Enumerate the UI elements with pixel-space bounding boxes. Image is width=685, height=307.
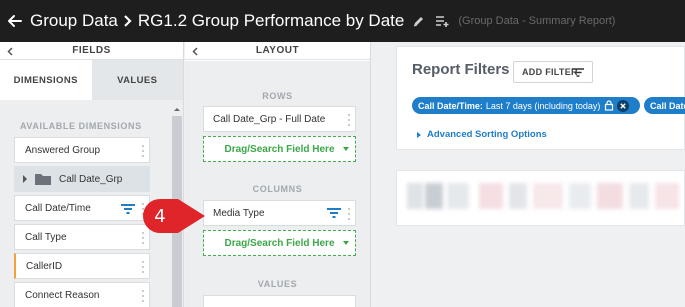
blurred-cell <box>447 183 469 209</box>
scroll-up-icon[interactable] <box>171 104 183 114</box>
fields-panel-header: FIELDS <box>0 42 183 60</box>
tab-dimensions[interactable]: DIMENSIONS <box>0 60 92 100</box>
columns-drop-zone[interactable]: Drag/Search Field Here <box>203 230 356 256</box>
filter-icon[interactable] <box>327 208 341 218</box>
available-dimensions-title: AVAILABLE DIMENSIONS <box>20 121 142 131</box>
drag-handle-icon[interactable] <box>141 289 145 303</box>
field-item-call-date-time[interactable]: Call Date/Time <box>14 195 150 221</box>
chevron-right-icon <box>123 14 133 28</box>
folder-icon <box>35 174 51 185</box>
add-filter-button[interactable]: ADD FILTER <box>513 61 593 83</box>
back-arrow-icon[interactable] <box>0 0 30 42</box>
report-filters-title: Report Filters <box>412 61 510 78</box>
blurred-cell <box>533 183 563 209</box>
layout-body: ROWS Call Date_Grp - Full Date Drag/Sear… <box>185 61 370 307</box>
filter-chip-field: Call Date <box>650 100 685 111</box>
app-header: Group Data RG1.2 Group Performance by Da… <box>0 0 685 42</box>
collapse-left-icon[interactable] <box>189 44 201 58</box>
values-section-title: VALUES <box>257 279 298 289</box>
callout-number: 4 <box>154 205 166 227</box>
drag-handle-icon[interactable] <box>347 207 351 221</box>
field-item-connect-reason[interactable]: Connect Reason <box>14 282 150 307</box>
page-title: RG1.2 Group Performance by Date <box>137 11 405 30</box>
fields-panel: FIELDS DIMENSIONS VALUES AVAILABLE DIMEN… <box>0 42 184 307</box>
report-filters-card: Report Filters ADD FILTER Call Date/Time… <box>396 46 685 150</box>
filter-chip-value: Last 7 days (including today) <box>485 100 601 111</box>
dropdown-caret-icon[interactable] <box>343 147 349 151</box>
filter-chip-field: Call Date/Time: <box>418 100 483 111</box>
add-filter-label: ADD FILTER <box>522 67 578 77</box>
blurred-cell <box>425 183 443 209</box>
playlist-add-icon[interactable] <box>432 11 452 31</box>
drag-handle-icon[interactable] <box>347 113 351 127</box>
blurred-cell <box>655 183 679 209</box>
values-drop-zone[interactable] <box>203 295 356 307</box>
pencil-icon[interactable] <box>408 11 428 31</box>
column-item-media-type[interactable]: Media Type <box>203 200 356 226</box>
layout-panel-header: LAYOUT <box>185 42 370 60</box>
drag-handle-icon[interactable] <box>141 260 145 274</box>
field-item-label: Answered Group <box>25 144 101 156</box>
step-callout-badge: 4 <box>142 198 206 234</box>
drop-zone-label: Drag/Search Field Here <box>224 237 335 249</box>
columns-section-title: COLUMNS <box>252 184 303 194</box>
breadcrumb-root[interactable]: Group Data <box>30 11 118 31</box>
lock-icon[interactable] <box>604 100 614 111</box>
field-item-callerid[interactable]: CallerID <box>14 253 150 279</box>
blurred-cell <box>569 183 591 209</box>
filter-chip-call-date[interactable]: Call Date <box>644 97 685 114</box>
expand-right-icon <box>417 131 421 138</box>
filter-chip-call-date-time[interactable]: Call Date/Time: Last 7 days (including t… <box>412 97 640 114</box>
drop-zone-label: Drag/Search Field Here <box>224 143 335 155</box>
tab-values[interactable]: VALUES <box>91 60 183 100</box>
rows-section-title: ROWS <box>262 91 293 101</box>
advanced-sorting-label: Advanced Sorting Options <box>427 129 547 140</box>
blurred-cell <box>479 183 503 209</box>
field-item-call-type[interactable]: Call Type <box>14 224 150 250</box>
layout-panel: LAYOUT ROWS Call Date_Grp - Full Date Dr… <box>185 42 371 307</box>
field-item-answered-group[interactable]: Answered Group <box>14 137 150 163</box>
folder-label: Call Date_Grp <box>59 173 123 185</box>
layout-panel-title: LAYOUT <box>255 45 300 56</box>
field-item-label: CallerID <box>26 260 63 272</box>
report-data-preview <box>396 170 685 226</box>
drag-handle-icon[interactable] <box>141 144 145 158</box>
blurred-cell <box>509 183 527 209</box>
filter-lines-icon <box>572 68 584 77</box>
dropdown-caret-icon[interactable] <box>343 241 349 245</box>
filter-icon[interactable] <box>121 204 135 214</box>
column-item-label: Media Type <box>213 207 265 219</box>
field-item-label: Call Type <box>25 231 67 243</box>
report-area: Report Filters ADD FILTER Call Date/Time… <box>372 42 685 307</box>
report-subtitle: (Group Data - Summary Report) <box>458 15 616 27</box>
expand-right-icon[interactable] <box>22 175 28 183</box>
field-item-label: Connect Reason <box>25 289 100 301</box>
fields-panel-title: FIELDS <box>72 45 111 56</box>
fields-tabs: DIMENSIONS VALUES <box>0 60 183 100</box>
field-item-label: Call Date/Time <box>25 202 91 214</box>
folder-item-call-date-grp[interactable]: Call Date_Grp <box>14 166 150 192</box>
advanced-sorting-toggle[interactable]: Advanced Sorting Options <box>417 129 547 140</box>
rows-drop-zone[interactable]: Drag/Search Field Here <box>203 136 356 162</box>
collapse-left-icon[interactable] <box>4 44 16 58</box>
row-item-call-date-grp[interactable]: Call Date_Grp - Full Date <box>203 106 356 132</box>
blurred-cell <box>597 183 623 209</box>
blurred-cell <box>629 183 649 209</box>
row-item-label: Call Date_Grp - Full Date <box>213 113 326 125</box>
remove-filter-icon[interactable] <box>617 99 630 112</box>
blurred-cell <box>407 183 423 209</box>
